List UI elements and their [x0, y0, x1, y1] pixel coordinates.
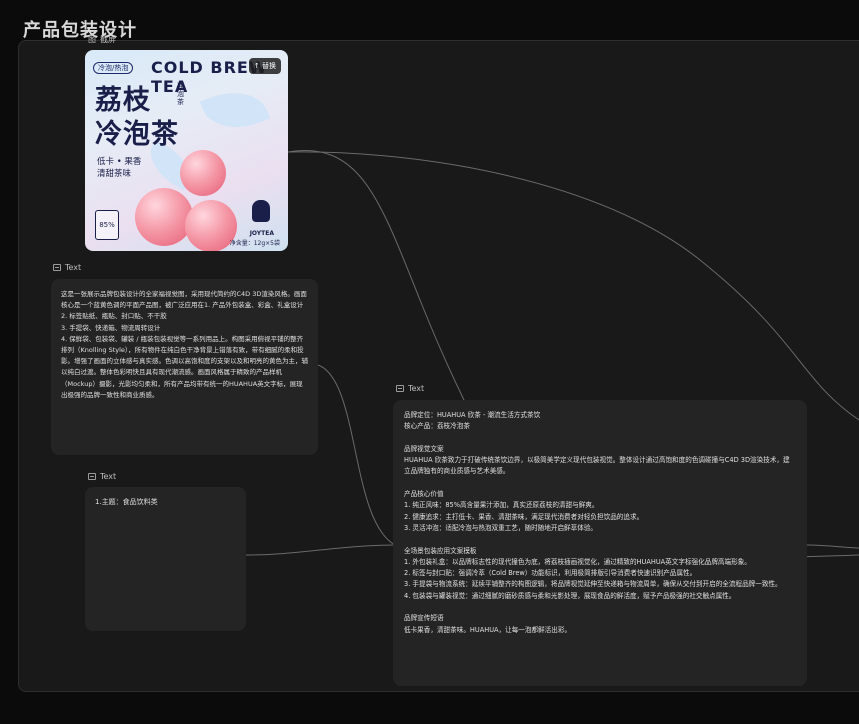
- text-node-2[interactable]: 1.主题：食品饮料类: [85, 487, 246, 631]
- lychee-illustration: [180, 150, 226, 196]
- poster-sub-line1: 低卡 • 果香: [97, 157, 142, 167]
- replace-label: 替换: [262, 62, 276, 70]
- text-node-1-label-text: Text: [65, 263, 82, 272]
- image-label-prefix: 图: [88, 35, 96, 44]
- text-node-3-label-text: Text: [408, 384, 425, 393]
- text-node-icon: [396, 385, 404, 392]
- lychee-illustration: [135, 188, 193, 246]
- text-node-2-label-text: Text: [100, 472, 117, 481]
- text-node-3[interactable]: 品牌定位：HUAHUA 欣茶 - 潮流生活方式茶饮 核心产品：荔枝冷泡茶 品牌视…: [393, 400, 807, 686]
- poster-cn-title-line2: 冷泡茶: [95, 119, 179, 150]
- text-node-3-label: Text: [396, 384, 424, 393]
- replace-image-button[interactable]: ↑ 替换: [248, 58, 281, 74]
- brand-mascot-icon: [252, 200, 270, 222]
- text-node-1-content[interactable]: 这是一张展示品牌包装设计的全家福视觉图，采用现代简约的C4D 3D渲染风格。画面…: [51, 279, 318, 401]
- text-node-1[interactable]: 这是一张展示品牌包装设计的全家福视觉图，采用现代简约的C4D 3D渲染风格。画面…: [51, 279, 318, 455]
- poster-tag: 冷泡/热泡: [93, 62, 134, 74]
- image-node-label: 图 截屏: [88, 34, 116, 45]
- page-title: 产品包装设计: [23, 20, 137, 41]
- text-node-1-label: Text: [53, 263, 81, 272]
- text-node-icon: [53, 264, 61, 271]
- teabag-badge: 85%: [95, 210, 119, 240]
- text-node-2-label: Text: [88, 472, 116, 481]
- text-node-icon: [88, 473, 96, 480]
- poster-net-weight: 净含量：12g×5袋: [229, 240, 280, 247]
- text-node-2-content[interactable]: 1.主题：食品饮料类: [85, 487, 246, 508]
- upload-arrow-icon: ↑: [253, 62, 260, 70]
- poster-brand: JOYTEA: [249, 230, 274, 237]
- poster-sub-line2: 清甜茶味: [97, 169, 132, 179]
- product-image-card[interactable]: 冷泡/热泡 COLD BREW TEA 荔枝 冲泡茶 冷泡茶 低卡 • 果香 清…: [85, 50, 288, 251]
- image-label-text: 截屏: [100, 35, 116, 44]
- poster-small-vertical: 冲泡茶: [177, 82, 184, 106]
- text-node-3-content[interactable]: 品牌定位：HUAHUA 欣茶 - 潮流生活方式茶饮 核心产品：荔枝冷泡茶 品牌视…: [393, 400, 807, 636]
